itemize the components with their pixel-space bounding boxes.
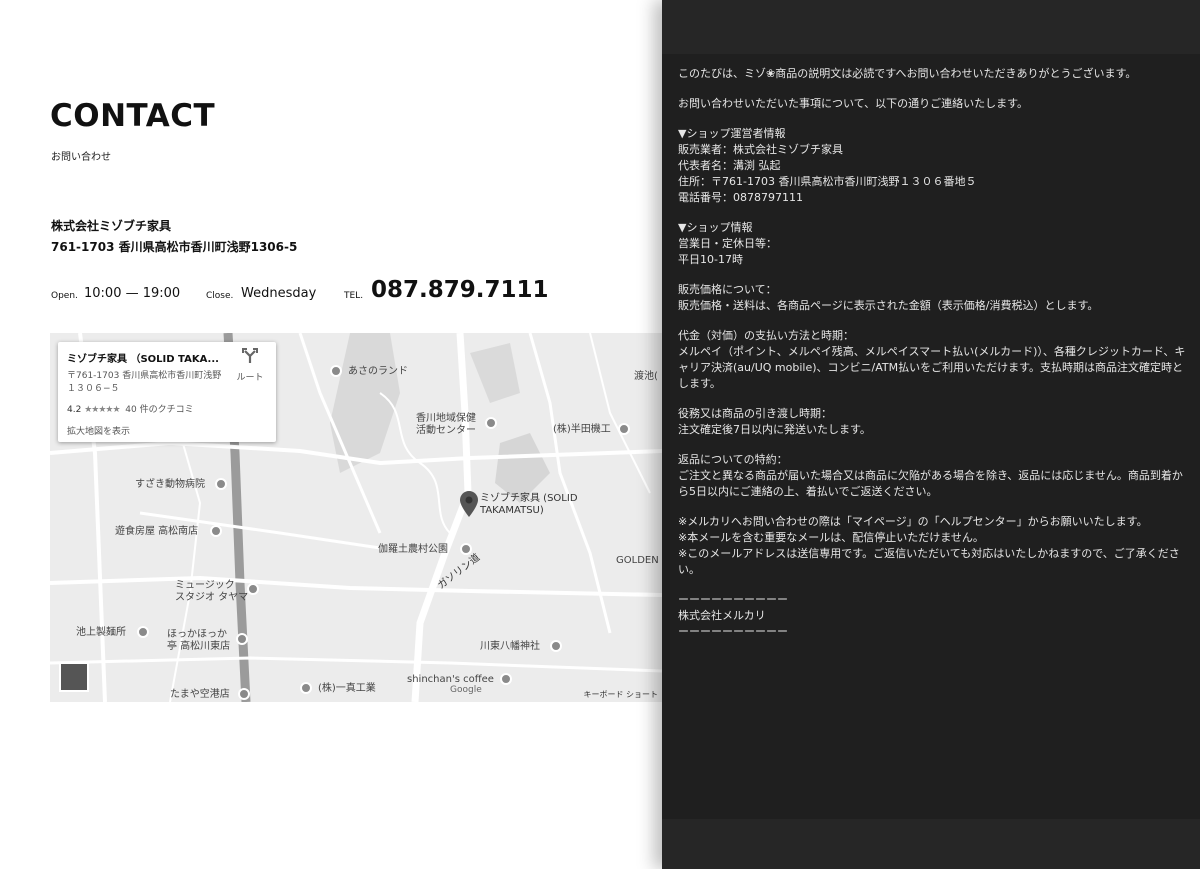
email-paragraph: ▼ショップ情報営業日・定休日等： 平日10-17時 [678,220,1190,268]
restaurant-icon [210,525,222,537]
map-label-yushoku: 遊食房屋 高松南店 [115,526,199,537]
email-paragraph: 返品についての特約： ご注文と異なる商品が届いた場合又は商品に欠陥がある場合を除き… [678,452,1190,500]
email-line: 販売価格・送料は、各商品ページに表示された金額（表示価格/消費税込）とします。 [678,299,1099,312]
email-line: メルペイ（ポイント、メルペイ残高、メルペイスマート払い(メルカード)）、各種クレ… [678,345,1186,390]
review-count[interactable]: 40 件のクチコミ [125,405,193,415]
contact-page: CONTACT お問い合わせ 株式会社ミゾブチ家具 761-1703 香川県高松… [0,0,662,869]
email-line: 営業日・定休日等： [678,237,777,250]
poi-icon [215,478,227,490]
open-hours: 10:00 — 19:00 [84,286,181,301]
email-line: ※メルカリへお問い合わせの際は「マイページ」の「ヘルプセンター」からお願いいたし… [678,515,1148,528]
company-address: 761-1703 香川県高松市香川町浅野1306-5 [51,240,298,254]
tel-number[interactable]: 087.879.7111 [371,277,549,303]
poi-icon [238,688,250,700]
place-info-card: ミゾブチ家具 （SOLID TAKA... 〒761-1703 香川県高松市香川… [58,342,276,442]
route-label: ルート [236,373,264,383]
email-line: このたびは、ミゾ❀商品の説明文は必読ですへお問い合わせいただきありがとうございま… [678,67,1137,80]
email-line: ーーーーーーーーーー [678,593,788,606]
map-marker-icon[interactable] [460,491,478,517]
map-label-ikegami: 池上製麺所 [76,627,126,638]
map-label-tokiike: 渡池( [634,371,658,382]
route-button[interactable]: ルート [230,348,270,383]
email-line: 代金（対価）の支払い方法と時期： [678,329,854,342]
email-line: 役務又は商品の引き渡し時期： [678,407,832,420]
map-label-handa: (株)半田機工 [553,424,611,435]
map-label-hokka: ほっかほっか亭 高松川東店 [167,629,231,652]
rating-value: 4.2 [67,405,82,415]
place-name: ミゾブチ家具 （SOLID TAKA... [67,354,219,365]
email-line: 注文確定後7日以内に発送いたします。 [678,423,871,436]
close-label: Close. [206,291,234,301]
email-line: ▼ショップ情報 [678,221,753,234]
email-line: ▼ショップ運営者情報 [678,127,786,140]
star-icons: ★★★★★ [84,405,120,415]
email-line: 平日10-17時 [678,253,743,266]
email-paragraph: お問い合わせいただいた事項について、以下の通りご連絡いたします。 [678,96,1190,112]
poi-icon [485,417,497,429]
map-label-kawahigashi: 川東八幡神社 [480,641,540,652]
company-name: 株式会社ミゾブチ家具 [51,219,172,233]
email-line: ※本メールを含む重要なメールは、配信停止いただけません。 [678,531,984,544]
poi-icon [300,682,312,694]
email-line: 販売業者：株式会社ミゾブチ家具 [678,143,843,156]
email-header-bar [662,0,1200,54]
email-paragraph: 代金（対価）の支払い方法と時期： メルペイ（ポイント、メルペイ残高、メルペイスマー… [678,328,1190,392]
email-panel: このたびは、ミゾ❀商品の説明文は必読ですへお問い合わせいただきありがとうございま… [662,0,1200,869]
email-line: 代表者名：溝渕 弘起 [678,159,781,172]
map-label-kagawa-center: 香川地域保健 活動センター [416,413,476,436]
poi-icon [247,583,259,595]
cafe-icon [500,673,512,685]
place-address: 〒761-1703 香川県高松市香川町浅野１３０６−５ [67,371,222,394]
open-label: Open. [51,291,78,301]
embedded-map[interactable]: あさのランド 香川地域保健 活動センター (株)半田機工 渡池( すざき動物病院 … [50,333,662,702]
email-paragraph: ※メルカリへお問い合わせの際は「マイページ」の「ヘルプセンター」からお願いいたし… [678,514,1190,578]
email-line: 住所：〒761-1703 香川県高松市香川町浅野１３０６番地５ [678,175,977,188]
page-subtitle: お問い合わせ [51,152,111,163]
email-line: ーーーーーーーーーー [678,625,788,638]
email-paragraph: 販売価格について： 販売価格・送料は、各商品ページに表示された金額（表示価格/消費… [678,282,1190,314]
map-label-ichima: (株)一真工業 [318,683,376,694]
tel-label: TEL. [344,291,364,301]
restaurant-icon [137,626,149,638]
map-label-gara-park: 伽羅土農村公園 [378,544,448,555]
satellite-toggle[interactable] [59,662,89,692]
email-paragraph: このたびは、ミゾ❀商品の説明文は必読ですへお問い合わせいただきありがとうございま… [678,66,1190,82]
email-line: 株式会社メルカリ [678,609,766,622]
email-body: このたびは、ミゾ❀商品の説明文は必読ですへお問い合わせいただきありがとうございま… [678,66,1190,654]
enlarge-map-link[interactable]: 拡大地図を表示 [67,424,130,437]
email-line: 返品についての特約： [678,453,788,466]
park-icon [460,543,472,555]
email-paragraph: ▼ショップ運営者情報販売業者：株式会社ミゾブチ家具 代表者名：溝渕 弘起住所：〒7… [678,126,1190,206]
shrine-icon [550,640,562,652]
map-label-marker: ミゾブチ家具 (SOLID TAKAMATSU) [480,493,578,516]
email-footer-bar [662,819,1200,869]
restaurant-icon [236,633,248,645]
email-paragraph: 役務又は商品の引き渡し時期： 注文確定後7日以内に発送いたします。 [678,406,1190,438]
email-line: ※このメールアドレスは送信専用です。ご返信いただいても対応はいたしかねますので、… [678,547,1180,576]
map-label-golden: GOLDEN [616,555,659,566]
email-line: ご注文と異なる商品が届いた場合又は商品に欠陥がある場合を除き、返品には応じません… [678,469,1183,498]
map-label-tamaya: たまや空港店 [170,689,230,700]
place-rating: 4.2 ★★★★★ 40 件のクチコミ [67,402,194,415]
map-label-suzaki: すざき動物病院 [135,479,205,490]
keyboard-shortcuts-link[interactable]: キーボード ショート [583,689,658,700]
email-line: 電話番号：0878797111 [678,191,803,204]
map-label-asano-land: あさのランド [348,366,408,377]
google-logo: Google [450,685,482,695]
email-line: 販売価格について： [678,283,777,296]
directions-icon [242,348,258,363]
email-paragraph: ーーーーーーーーーー 株式会社メルカリ ーーーーーーーーーー [678,592,1190,640]
poi-icon [618,423,630,435]
poi-icon [330,365,342,377]
business-hours-row: Open. 10:00 — 19:00 Close. Wednesday TEL… [51,275,651,305]
map-label-music-studio: ミュージック スタジオ タヤマ [175,580,249,603]
page-title: CONTACT [50,98,216,134]
close-day: Wednesday [241,286,317,301]
email-line: お問い合わせいただいた事項について、以下の通りご連絡いたします。 [678,97,1029,110]
